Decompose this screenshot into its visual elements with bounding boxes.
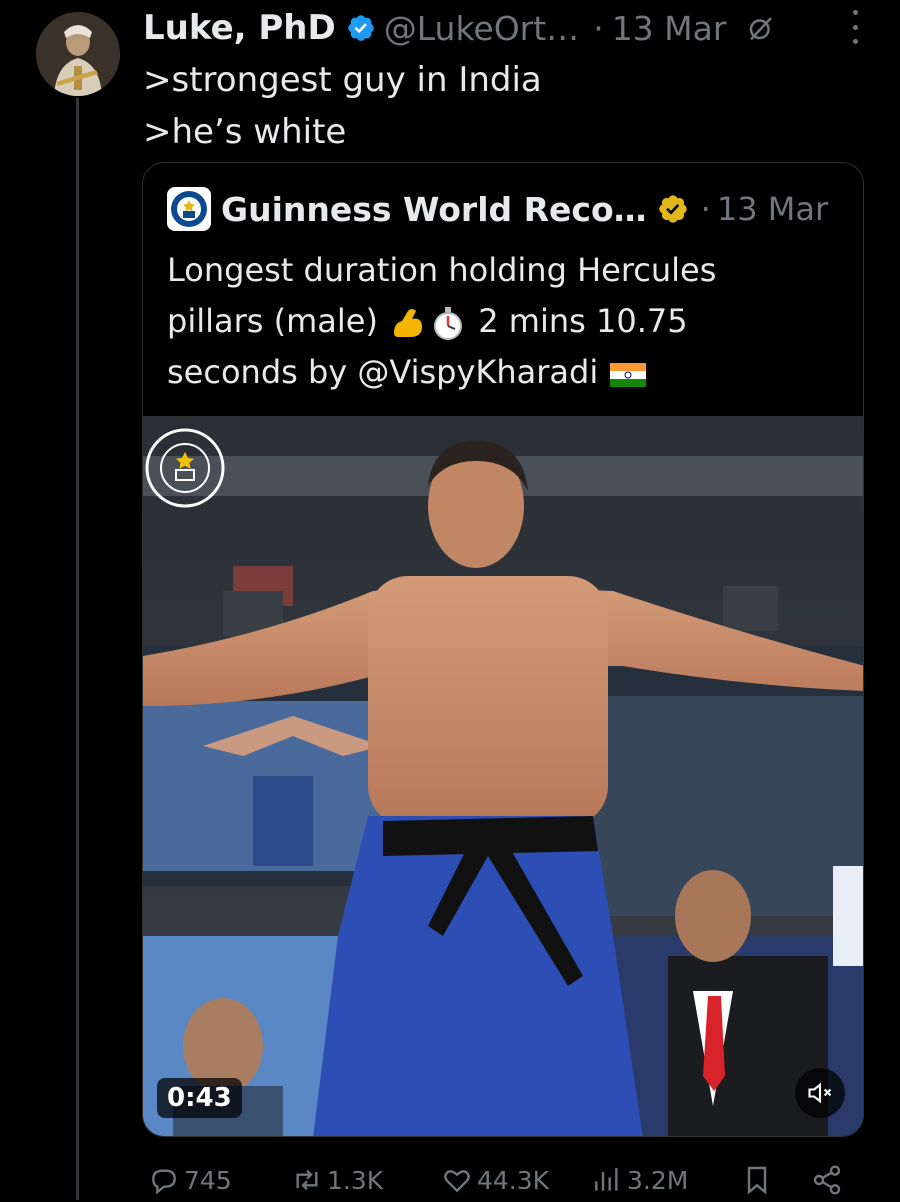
bookmark-button[interactable]: [741, 1164, 777, 1196]
like-button[interactable]: 44.3K: [441, 1164, 549, 1196]
verified-badge-icon: [347, 15, 374, 41]
verified-gold-badge-icon: [658, 195, 687, 223]
quoted-text-segment: pillars (male): [167, 302, 378, 340]
quoted-post[interactable]: Guinness World Reco… · 13 Mar Longest du…: [142, 162, 864, 1137]
author-handle[interactable]: @LukeOrt…: [384, 9, 579, 48]
video-duration: 0:43: [157, 1078, 242, 1118]
repost-icon: [296, 1169, 318, 1191]
bookmark-icon: [747, 1166, 767, 1195]
post-text-line: >he’s white: [143, 112, 347, 152]
heart-icon: [444, 1170, 470, 1193]
quoted-author-name[interactable]: Guinness World Reco…: [221, 190, 647, 229]
grok-icon[interactable]: [746, 13, 776, 43]
quoted-header: Guinness World Reco… · 13 Mar: [167, 187, 839, 231]
video-frame: [143, 416, 863, 1136]
views-chart-icon: [595, 1168, 618, 1191]
quoted-text-line: pillars (male) 2 mins 10.75: [167, 296, 833, 347]
quoted-text-line: Longest duration holding Hercules: [167, 251, 717, 289]
quoted-text-segment: 2 mins 10.75: [478, 302, 688, 340]
video-player[interactable]: 0:43: [143, 416, 863, 1136]
quoted-text-segment: seconds by @VispyKharadi: [167, 353, 599, 391]
separator-dot: ·: [700, 190, 711, 228]
thread-line: [76, 98, 79, 1200]
share-button[interactable]: [811, 1164, 847, 1196]
quoted-text-line: seconds by @VispyKharadi: [167, 347, 833, 398]
unmute-button[interactable]: [795, 1068, 845, 1118]
separator-dot: ·: [593, 8, 604, 48]
post-text-line: >strongest guy in India: [143, 60, 542, 100]
view-count: 3.2M: [627, 1165, 689, 1195]
post-time[interactable]: 13 Mar: [612, 9, 727, 48]
reply-count: 745: [184, 1165, 232, 1195]
post-header: Luke, PhD @LukeOrt… · 13 Mar: [143, 6, 880, 50]
share-icon: [813, 1165, 841, 1195]
more-options-icon[interactable]: [850, 10, 860, 44]
india-flag-icon: [610, 363, 647, 387]
like-count: 44.3K: [477, 1165, 550, 1195]
quoted-author-avatar[interactable]: [167, 187, 211, 231]
author-avatar[interactable]: [36, 12, 120, 96]
quoted-time[interactable]: 13 Mar: [717, 190, 828, 228]
author-name[interactable]: Luke, PhD: [143, 8, 336, 48]
reply-icon: [152, 1169, 176, 1195]
action-bar: 745 1.3K 44.3K 3.2M: [143, 1158, 863, 1202]
views-button[interactable]: 3.2M: [591, 1164, 688, 1196]
reply-button[interactable]: 745: [148, 1164, 232, 1196]
muted-speaker-icon: [808, 1082, 832, 1104]
flexed-biceps-icon: [394, 309, 423, 337]
quoted-text: Longest duration holding Hercules pillar…: [167, 245, 833, 398]
post-text: >strongest guy in India >he’s white: [143, 54, 542, 158]
repost-count: 1.3K: [327, 1165, 384, 1195]
repost-button[interactable]: 1.3K: [291, 1164, 383, 1196]
stopwatch-icon: [434, 307, 463, 340]
